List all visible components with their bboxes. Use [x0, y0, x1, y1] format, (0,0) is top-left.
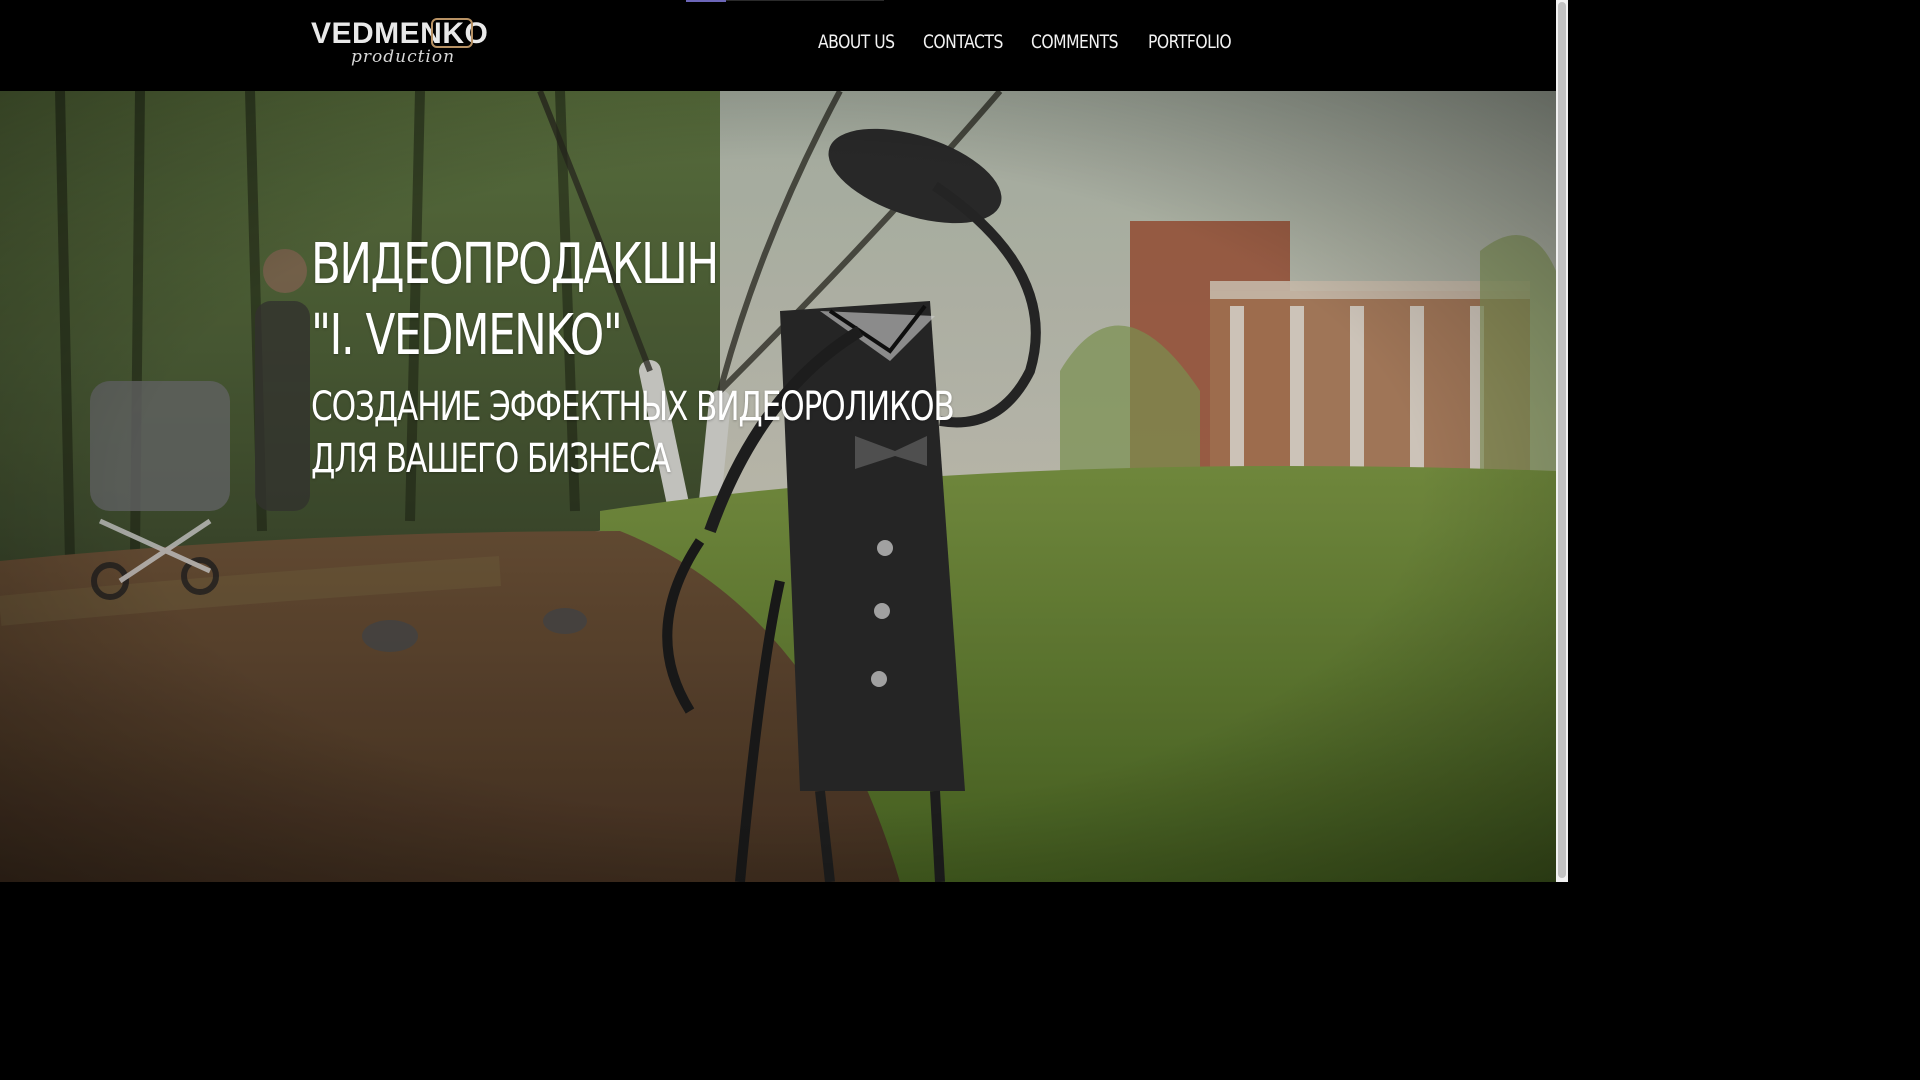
site-header: VEDMENKO production ABOUT US CONTACTS CO…	[0, 0, 1556, 91]
hero-title: ВИДЕОПРОДАКШН "I. VEDMENKO"	[311, 229, 719, 371]
tab-indicator	[686, 0, 726, 2]
tab-indicator-track	[726, 0, 884, 1]
nav-portfolio[interactable]: PORTFOLIO	[1148, 26, 1232, 58]
nav-comments[interactable]: COMMENTS	[1031, 26, 1118, 58]
hero-title-line-2: "I. VEDMENKO"	[311, 303, 623, 368]
hero-subtitle: СОЗДАНИЕ ЭФФЕКТНЫХ ВИДЕОРОЛИКОВ ДЛЯ ВАШЕ…	[311, 381, 955, 485]
hero-subtitle-line-2: ДЛЯ ВАШЕГО БИЗНЕСА	[311, 436, 671, 482]
page: VEDMENKO production ABOUT US CONTACTS CO…	[0, 0, 1568, 882]
scrollbar-thumb[interactable]	[1558, 2, 1566, 878]
logo-frame	[431, 18, 473, 48]
hero-title-line-1: ВИДЕОПРОДАКШН	[311, 232, 719, 297]
nav-contacts[interactable]: CONTACTS	[923, 26, 1003, 58]
nav-about-us[interactable]: ABOUT US	[818, 26, 895, 58]
site-logo[interactable]: VEDMENKO production	[311, 17, 488, 73]
hero-subtitle-line-1: СОЗДАНИЕ ЭФФЕКТНЫХ ВИДЕОРОЛИКОВ	[311, 384, 955, 430]
hero-background-photo	[0, 91, 1556, 882]
hero-section: ВИДЕОПРОДАКШН "I. VEDMENKO" СОЗДАНИЕ ЭФФ…	[0, 91, 1556, 882]
logo-subtitle: production	[351, 47, 456, 67]
page-scrollbar[interactable]	[1556, 0, 1568, 882]
